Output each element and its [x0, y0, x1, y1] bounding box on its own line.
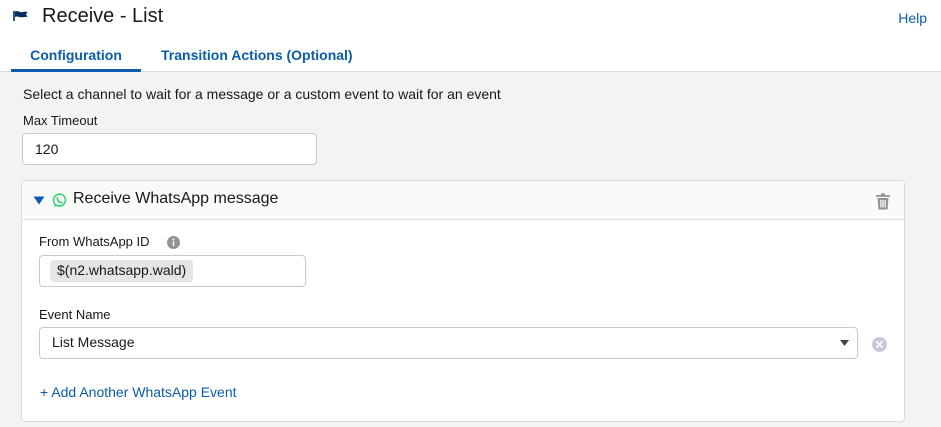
event-name-value: List Message — [52, 334, 135, 350]
card-header: Receive WhatsApp message — [22, 181, 904, 220]
remove-circle-icon[interactable] — [872, 337, 887, 352]
max-timeout-input[interactable]: 120 — [22, 133, 317, 165]
card-title: Receive WhatsApp message — [73, 190, 279, 207]
from-whatsapp-id-label: From WhatsApp ID — [39, 234, 150, 249]
flag-icon — [13, 11, 28, 21]
help-link[interactable]: Help — [898, 10, 927, 26]
trash-icon[interactable] — [875, 193, 891, 210]
info-icon[interactable] — [167, 236, 180, 249]
whatsapp-icon — [52, 193, 67, 208]
variable-pill[interactable]: $(n2.whatsapp.wald) — [50, 260, 194, 282]
page-header: Receive - List Help Configuration Transi… — [0, 0, 941, 72]
event-name-select[interactable]: List Message — [39, 327, 858, 359]
add-another-event-link[interactable]: + Add Another WhatsApp Event — [40, 384, 237, 400]
caret-down-icon[interactable] — [33, 196, 45, 205]
event-name-label: Event Name — [39, 307, 111, 322]
tab-configuration[interactable]: Configuration — [11, 47, 141, 72]
chevron-down-icon — [840, 340, 849, 346]
from-whatsapp-id-input[interactable]: $(n2.whatsapp.wald) — [39, 255, 306, 287]
max-timeout-label: Max Timeout — [23, 113, 98, 128]
whatsapp-channel-card: Receive WhatsApp message From WhatsApp I… — [21, 180, 905, 422]
tab-transition-actions[interactable]: Transition Actions (Optional) — [161, 47, 353, 72]
page-title: Receive - List — [42, 5, 164, 27]
intro-text: Select a channel to wait for a message o… — [23, 86, 501, 102]
